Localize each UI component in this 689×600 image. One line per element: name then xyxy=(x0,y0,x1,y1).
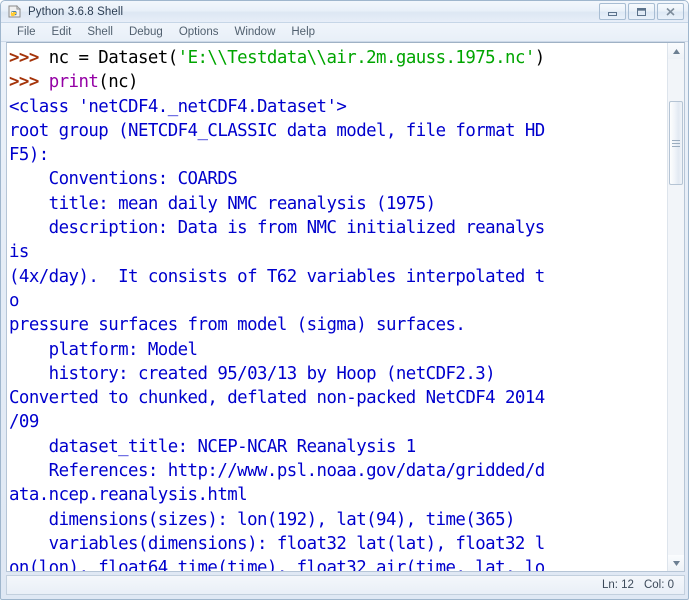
shell-token-out: dataset_title: NCEP-NCAR Reanalysis 1 xyxy=(9,437,416,457)
shell-token-out: ata.ncep.reanalysis.html xyxy=(9,485,247,505)
shell-line: on(lon), float64 time(time), float32 air… xyxy=(9,556,667,571)
shell-line: (4x/day). It consists of T62 variables i… xyxy=(9,265,667,289)
shell-line: /09 xyxy=(9,410,667,434)
status-column-number: Col: 0 xyxy=(644,579,674,591)
scroll-down-arrow[interactable] xyxy=(668,555,684,571)
status-line-number: Ln: 12 xyxy=(602,579,634,591)
python-idle-icon xyxy=(7,4,23,20)
shell-token-out: root group (NETCDF4_CLASSIC data model, … xyxy=(9,121,545,141)
shell-token-prompt: >>> xyxy=(9,48,49,68)
shell-line: References: http://www.psl.noaa.gov/data… xyxy=(9,459,667,483)
shell-token-out: (4x/day). It consists of T62 variables i… xyxy=(9,267,545,287)
shell-line: F5): xyxy=(9,143,667,167)
menu-item-file[interactable]: File xyxy=(9,25,44,40)
shell-token-out: Conventions: COARDS xyxy=(9,169,237,189)
window-titlebar[interactable]: Python 3.6.8 Shell xyxy=(1,1,688,23)
shell-line: dataset_title: NCEP-NCAR Reanalysis 1 xyxy=(9,435,667,459)
menu-item-help[interactable]: Help xyxy=(283,25,323,40)
shell-line: platform: Model xyxy=(9,338,667,362)
shell-line: <class 'netCDF4._netCDF4.Dataset'> xyxy=(9,95,667,119)
shell-line: dimensions(sizes): lon(192), lat(94), ti… xyxy=(9,508,667,532)
shell-text-frame: >>> nc = Dataset('E:\\Testdata\\air.2m.g… xyxy=(6,42,685,572)
shell-line: Conventions: COARDS xyxy=(9,167,667,191)
shell-line: title: mean daily NMC reanalysis (1975) xyxy=(9,192,667,216)
menu-item-options[interactable]: Options xyxy=(171,25,227,40)
shell-line: description: Data is from NMC initialize… xyxy=(9,216,667,240)
shell-token-out: is xyxy=(9,242,29,262)
scroll-thumb[interactable] xyxy=(669,101,683,185)
shell-token-out: F5): xyxy=(9,145,49,165)
shell-line: is xyxy=(9,240,667,264)
shell-token-out: description: Data is from NMC initialize… xyxy=(9,218,545,238)
shell-line: o xyxy=(9,289,667,313)
menubar: File Edit Shell Debug Options Window Hel… xyxy=(1,23,688,42)
vertical-scrollbar[interactable] xyxy=(667,43,684,571)
shell-token-out: Converted to chunked, deflated non-packe… xyxy=(9,388,545,408)
shell-output: >>> nc = Dataset('E:\\Testdata\\air.2m.g… xyxy=(9,46,667,571)
shell-token-out: o xyxy=(9,291,19,311)
shell-token-plain: ) xyxy=(535,48,545,68)
shell-token-out: history: created 95/03/13 by Hoop (netCD… xyxy=(9,364,495,384)
python-shell-window: Python 3.6.8 Shell File Edit xyxy=(0,0,689,600)
shell-token-out: pressure surfaces from model (sigma) sur… xyxy=(9,315,465,335)
shell-line: ata.ncep.reanalysis.html xyxy=(9,483,667,507)
shell-token-out: variables(dimensions): float32 lat(lat),… xyxy=(9,534,545,554)
shell-token-out: platform: Model xyxy=(9,340,197,360)
shell-token-plain: nc = Dataset( xyxy=(49,48,178,68)
shell-token-out: References: http://www.psl.noaa.gov/data… xyxy=(9,461,545,481)
shell-token-out: /09 xyxy=(9,412,39,432)
shell-line: >>> print(nc) xyxy=(9,70,667,94)
minimize-button[interactable] xyxy=(599,3,626,20)
shell-token-string: 'E:\\Testdata\\air.2m.gauss.1975.nc' xyxy=(178,48,535,68)
shell-line: Converted to chunked, deflated non-packe… xyxy=(9,386,667,410)
shell-line: root group (NETCDF4_CLASSIC data model, … xyxy=(9,119,667,143)
shell-token-prompt: >>> xyxy=(9,72,49,92)
menu-item-window[interactable]: Window xyxy=(226,25,283,40)
shell-token-out: title: mean daily NMC reanalysis (1975) xyxy=(9,194,436,214)
scroll-up-arrow[interactable] xyxy=(668,43,684,59)
menu-item-debug[interactable]: Debug xyxy=(121,25,171,40)
scrollbar-track[interactable] xyxy=(668,59,684,555)
shell-text-area[interactable]: >>> nc = Dataset('E:\\Testdata\\air.2m.g… xyxy=(7,43,667,571)
shell-line: pressure surfaces from model (sigma) sur… xyxy=(9,313,667,337)
statusbar: Ln: 12 Col: 0 xyxy=(6,575,685,595)
shell-token-builtin: print xyxy=(49,72,99,92)
shell-line: variables(dimensions): float32 lat(lat),… xyxy=(9,532,667,556)
shell-token-out: dimensions(sizes): lon(192), lat(94), ti… xyxy=(9,510,515,530)
shell-token-plain: (nc) xyxy=(98,72,138,92)
shell-line: history: created 95/03/13 by Hoop (netCD… xyxy=(9,362,667,386)
maximize-button[interactable] xyxy=(628,3,655,20)
window-title: Python 3.6.8 Shell xyxy=(28,6,123,18)
menu-item-edit[interactable]: Edit xyxy=(44,25,80,40)
shell-token-out: <class 'netCDF4._netCDF4.Dataset'> xyxy=(9,97,346,117)
window-controls xyxy=(599,3,684,20)
shell-token-out: on(lon), float64 time(time), float32 air… xyxy=(9,558,545,571)
close-button[interactable] xyxy=(657,3,684,20)
menu-item-shell[interactable]: Shell xyxy=(79,25,121,40)
scroll-thumb-grip xyxy=(672,138,680,149)
shell-line: >>> nc = Dataset('E:\\Testdata\\air.2m.g… xyxy=(9,46,667,70)
